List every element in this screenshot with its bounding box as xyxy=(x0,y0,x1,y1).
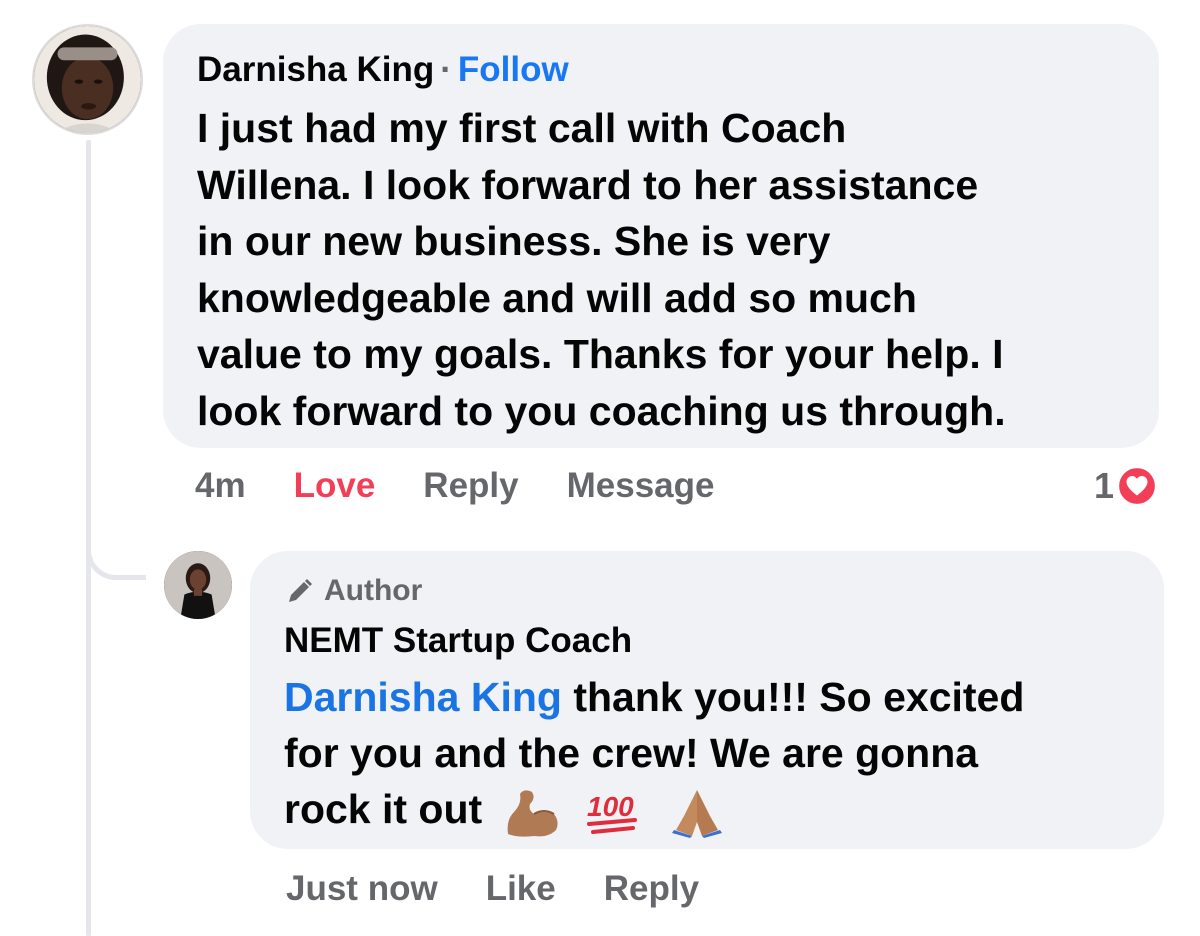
author-badge: Author xyxy=(284,573,1130,609)
reply-reply-button[interactable]: Reply xyxy=(604,869,699,909)
comment-text-line: knowledgeable and will add so much xyxy=(197,274,917,321)
like-button[interactable]: Like xyxy=(486,869,556,909)
profile-photo-icon xyxy=(34,26,141,133)
avatar[interactable] xyxy=(32,24,143,135)
comment-timestamp[interactable]: 4m xyxy=(195,466,246,506)
comment-text-line: in our new business. She is very xyxy=(197,218,831,264)
comment-text-line: value to my goals. Thanks for your help.… xyxy=(197,331,1004,377)
folded-hands-emoji xyxy=(672,790,723,839)
pencil-icon xyxy=(289,579,312,602)
reaction-summary[interactable]: 1 xyxy=(1094,465,1158,507)
comment-author-name[interactable]: Darnisha King xyxy=(197,50,434,89)
reply-text-line: for you and the crew! We are gonna xyxy=(284,730,979,776)
comment-text-line: look forward to you coaching us through. xyxy=(197,387,1006,434)
reply-bubble: Author NEMT Startup Coach Darnisha King … xyxy=(250,551,1164,849)
reply-text-line: rock it out 100 xyxy=(284,781,1130,839)
love-button[interactable]: Love xyxy=(294,466,376,506)
reaction-count: 1 xyxy=(1094,465,1115,506)
heart-icon xyxy=(1117,466,1157,506)
reply-button[interactable]: Reply xyxy=(423,466,518,506)
comment-header: Darnisha King · Follow xyxy=(197,50,1125,90)
mention-link[interactable]: Darnisha King xyxy=(284,674,562,720)
reply-avatar[interactable] xyxy=(164,551,232,619)
reply-text-line: Darnisha King thank you!!! So excited xyxy=(284,669,1130,725)
message-button[interactable]: Message xyxy=(567,466,715,506)
reply-text-fragment: rock it out xyxy=(284,786,483,832)
reply-text-fragment: thank you!!! So excited xyxy=(561,674,1025,720)
comment-bubble: Darnisha King · Follow I just had my first… xyxy=(163,24,1159,448)
reply-actions: Just now Like Reply xyxy=(286,869,747,909)
hundred-text: 100 xyxy=(587,791,634,822)
comment-actions: 4m Love Reply Message xyxy=(195,466,762,506)
thread-connector xyxy=(86,530,146,580)
profile-photo-icon xyxy=(164,551,232,619)
comment-text: I just had my first call with Coach Will… xyxy=(197,100,1125,439)
comment-text-line: Willena. I look forward to her assistanc… xyxy=(197,161,979,208)
reply-text: Darnisha King thank you!!! So excited fo… xyxy=(284,669,1130,839)
hundred-points-emoji: 100 xyxy=(587,791,637,835)
reply-author-name[interactable]: NEMT Startup Coach xyxy=(284,621,1130,661)
separator-dot: · xyxy=(440,50,452,89)
follow-button[interactable]: Follow xyxy=(458,50,569,89)
flexed-biceps-emoji xyxy=(507,790,558,837)
author-badge-label: Author xyxy=(324,574,423,607)
reply-timestamp[interactable]: Just now xyxy=(286,869,438,909)
comment-text-line: I just had my first call with Coach xyxy=(197,105,847,151)
